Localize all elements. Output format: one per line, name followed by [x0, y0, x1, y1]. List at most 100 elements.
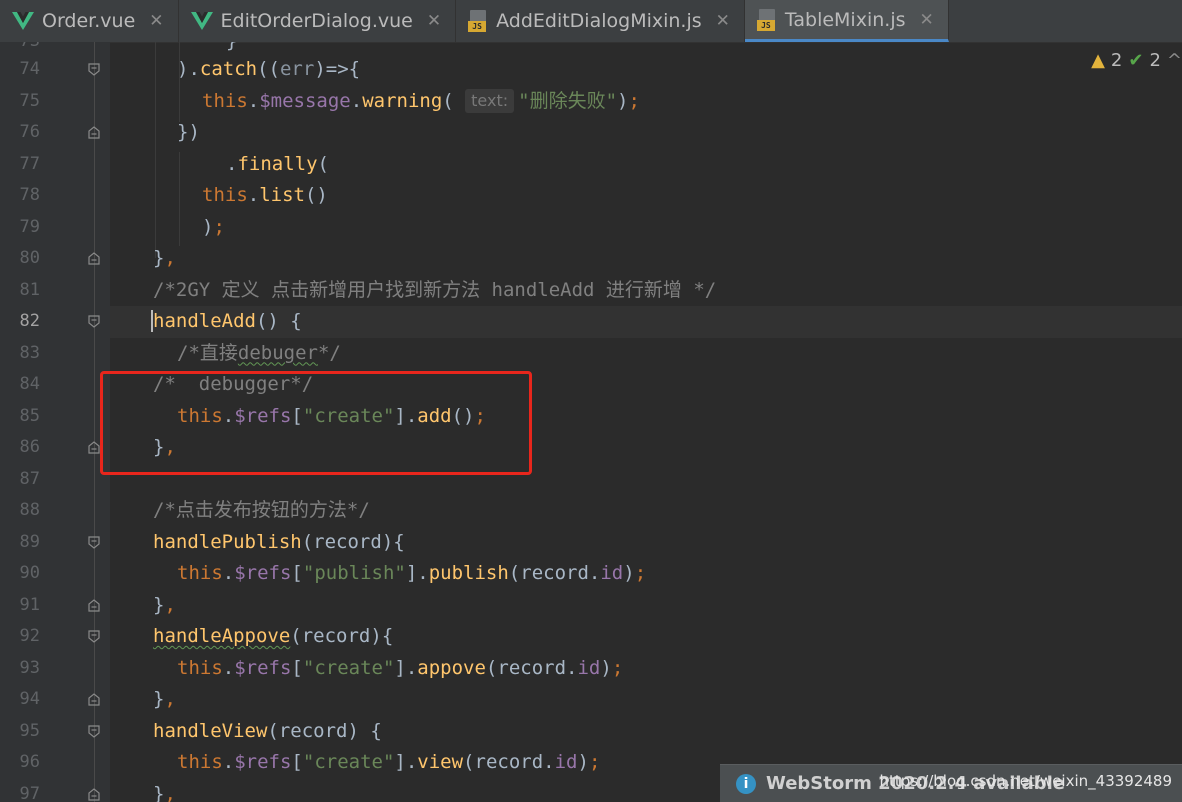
code-line: 89 handlePublish(record){ — [0, 527, 1182, 559]
code-token: appove — [417, 656, 486, 679]
code-line: 75 this.$message.warning( text: "删除失败"); — [0, 86, 1182, 118]
code-token: err — [279, 58, 315, 80]
line-number: 83 — [19, 342, 40, 363]
code-line: 79 ); — [0, 212, 1182, 244]
warning-icon: ▲ — [1091, 50, 1105, 71]
code-token: record — [278, 719, 348, 742]
code-line: 93 this.$refs["create"].appove(record.id… — [0, 653, 1182, 685]
fold-marker-icon[interactable] — [88, 315, 100, 328]
info-icon: i — [736, 773, 756, 794]
fold-marker-icon[interactable] — [88, 630, 100, 643]
tab-order-vue[interactable]: Order.vue ✕ — [0, 0, 179, 42]
line-number: 79 — [19, 216, 40, 237]
code-line: 77 .finally( — [0, 149, 1182, 181]
code-token: id — [600, 562, 624, 584]
code-editor[interactable]: 73 } 74 ).catch((err)=>{ 75 this.$messag… — [0, 42, 1182, 802]
code-line: 74 ).catch((err)=>{ — [0, 54, 1182, 86]
fold-marker-icon[interactable] — [88, 535, 100, 549]
check-icon: ✔ — [1128, 50, 1144, 71]
line-number: 92 — [19, 626, 40, 646]
code-line: 94 }, — [0, 684, 1182, 716]
line-number: 76 — [19, 122, 40, 142]
code-token: "publish" — [302, 562, 406, 584]
code-token: this — [202, 89, 248, 112]
code-line: 91 }, — [0, 590, 1182, 622]
fold-marker-icon[interactable] — [88, 693, 100, 706]
tab-add-edit-dialog-mixin-js[interactable]: JS AddEditDialogMixin.js ✕ — [456, 0, 745, 42]
code-token: handleAppove — [153, 625, 291, 647]
code-token: "create" — [302, 656, 395, 679]
vue-icon — [190, 12, 213, 30]
line-number: 90 — [19, 563, 40, 583]
line-number: 75 — [19, 90, 40, 111]
line-number: 82 — [19, 311, 40, 331]
line-number: 97 — [19, 783, 40, 802]
code-token: "create" — [302, 751, 395, 773]
code-line: 83 /*直接debuger*/ — [0, 338, 1182, 370]
code-line: 80 }, — [0, 243, 1182, 275]
line-number: 87 — [19, 468, 40, 489]
code-token: view — [417, 751, 464, 773]
tab-label: AddEditDialogMixin.js — [496, 10, 702, 32]
line-number: 80 — [19, 248, 40, 268]
code-token: warning — [362, 89, 443, 112]
code-comment: /*2GY 定义 点击新增用户找到新方法 handleAdd 进行新增 */ — [153, 278, 717, 301]
code-token: catch — [199, 58, 258, 80]
code-token: this — [177, 751, 223, 773]
code-token: $refs — [234, 656, 292, 679]
close-icon[interactable]: ✕ — [920, 10, 934, 30]
tab-label: TableMixin.js — [784, 8, 906, 31]
close-icon[interactable]: ✕ — [716, 11, 730, 31]
code-token: record — [497, 656, 567, 679]
vue-icon — [12, 12, 34, 30]
js-file-icon: JS — [468, 10, 488, 32]
warning-count: 2 — [1110, 50, 1123, 71]
close-icon[interactable]: ✕ — [149, 11, 163, 31]
code-token: id — [577, 656, 601, 679]
fold-marker-icon[interactable] — [88, 724, 100, 738]
line-number: 96 — [19, 752, 40, 772]
code-token: this — [177, 656, 223, 679]
code-token: this — [202, 184, 248, 206]
fold-marker-icon[interactable] — [88, 252, 100, 265]
line-number: 85 — [19, 405, 40, 426]
fold-marker-icon[interactable] — [88, 441, 100, 454]
js-file-icon: JS — [756, 8, 777, 31]
fold-marker-icon[interactable] — [88, 126, 100, 139]
code-line: 95 handleView(record) { — [0, 716, 1182, 748]
code-line: 76 }) — [0, 117, 1182, 149]
code-token: "删除失败" — [518, 89, 618, 112]
code-comment: /*点击发布按钮的方法*/ — [153, 499, 370, 521]
highlight-annotation-box — [100, 371, 532, 475]
code-token: $message — [259, 89, 351, 112]
code-token: record — [474, 751, 544, 773]
code-line: 88 /*点击发布按钮的方法*/ — [0, 495, 1182, 527]
code-line: 92 handleAppove(record){ — [0, 621, 1182, 653]
code-token: publish — [428, 562, 509, 584]
code-line-current: 82 handleAdd() { — [0, 306, 1182, 338]
fold-marker-icon[interactable] — [88, 598, 100, 612]
code-token: record — [313, 530, 382, 553]
watermark-text: https://blog.csdn.net/weixin_43392489 — [879, 772, 1172, 790]
code-token: handleAdd — [151, 310, 256, 332]
line-number: 93 — [19, 657, 40, 678]
tab-table-mixin-js[interactable]: JS TableMixin.js ✕ — [744, 0, 949, 42]
tab-edit-order-dialog-vue[interactable]: EditOrderDialog.vue ✕ — [179, 0, 457, 42]
line-number: 94 — [19, 689, 40, 709]
inspections-widget[interactable]: ▲ 2 ✔ 2 ^ — [1091, 50, 1182, 71]
close-icon[interactable]: ✕ — [427, 11, 441, 31]
fold-marker-icon[interactable] — [88, 63, 100, 76]
code-token: handleView — [153, 719, 268, 742]
line-number: 91 — [19, 594, 40, 615]
tab-label: Order.vue — [42, 10, 136, 32]
code-line: 90 this.$refs["publish"].publish(record.… — [0, 558, 1182, 590]
line-number: 77 — [19, 153, 40, 174]
code-token: handlePublish — [153, 530, 302, 553]
fold-marker-icon[interactable] — [88, 787, 100, 801]
line-number: 86 — [19, 437, 40, 457]
weak-warning-count: 2 — [1149, 50, 1161, 71]
code-comment: */ — [317, 341, 341, 364]
code-token: list — [259, 184, 305, 206]
expand-icon[interactable]: ^ — [1167, 50, 1182, 71]
code-token: $refs — [234, 562, 292, 584]
